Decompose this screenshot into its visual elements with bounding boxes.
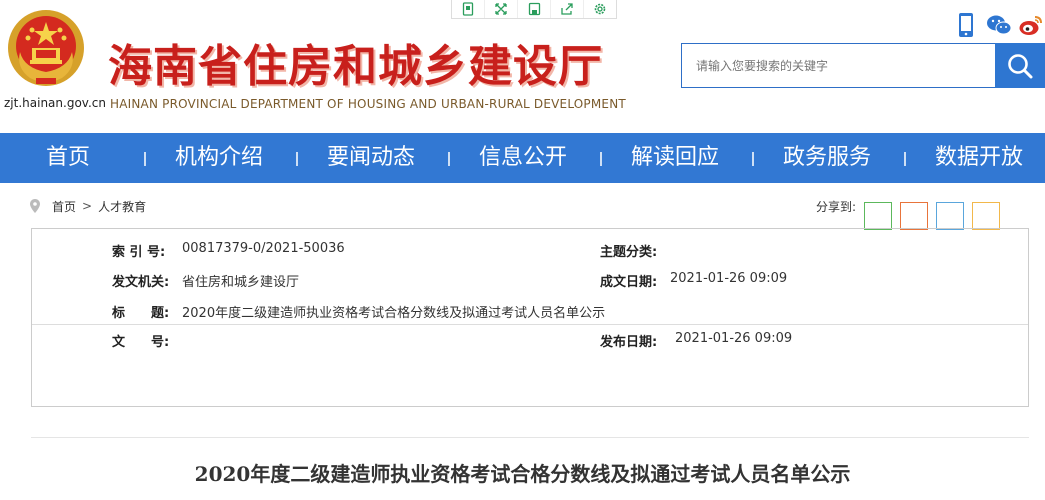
- national-emblem-icon: [8, 10, 84, 86]
- created-date-value: 2021-01-26 09:09: [670, 271, 788, 286]
- share-out-icon[interactable]: [551, 0, 584, 18]
- location-pin-icon: [30, 199, 40, 213]
- nav-item-home[interactable]: 首页: [46, 133, 90, 183]
- index-label: 索 引 号:: [112, 245, 166, 260]
- share-label: 分享到:: [816, 200, 857, 214]
- issuer-label: 发文机关:: [112, 275, 170, 290]
- issuer-value: 省住房和城乡建设厅: [182, 275, 300, 290]
- search-input[interactable]: [682, 44, 995, 87]
- search-icon: [1008, 53, 1033, 78]
- nav-divider: [448, 152, 450, 166]
- breadcrumb-separator: >: [82, 199, 93, 213]
- main-nav: 首页 机构介绍 要闻动态 信息公开 解读回应 政务服务 数据开放: [0, 133, 1045, 183]
- nav-item-disclosure[interactable]: 信息公开: [479, 133, 567, 183]
- wechat-icon[interactable]: [986, 12, 1012, 38]
- weibo-icon[interactable]: [1019, 12, 1043, 38]
- site-title: 海南省住房和城乡建设厅: [108, 41, 603, 92]
- nav-item-open-data[interactable]: 数据开放: [935, 133, 1023, 183]
- nav-divider: [144, 152, 146, 166]
- index-value: 00817379-0/2021-50036: [182, 241, 345, 256]
- created-date-label: 成文日期:: [600, 275, 658, 290]
- nav-divider: [296, 152, 298, 166]
- published-date-label: 发布日期:: [600, 335, 658, 350]
- breadcrumb-home[interactable]: 首页: [52, 198, 76, 215]
- nav-divider: [752, 152, 754, 166]
- share-button-3[interactable]: [936, 202, 964, 230]
- breadcrumb-current[interactable]: 人才教育: [98, 198, 146, 215]
- save-icon[interactable]: [518, 0, 551, 18]
- search-button[interactable]: [995, 43, 1045, 88]
- share-button-4[interactable]: [972, 202, 1000, 230]
- nav-item-services[interactable]: 政务服务: [783, 133, 871, 183]
- published-date-value: 2021-01-26 09:09: [675, 331, 793, 346]
- title-value: 2020年度二级建造师执业资格考试合格分数线及拟通过考试人员名单公示: [182, 306, 606, 321]
- breadcrumb: 首页 > 人才教育: [30, 196, 146, 216]
- share-button-1[interactable]: [864, 202, 892, 230]
- site-domain: zjt.hainan.gov.cn: [4, 96, 106, 110]
- doc-number-label: 文 号:: [112, 335, 170, 350]
- nav-item-news[interactable]: 要闻动态: [327, 133, 415, 183]
- settings-icon[interactable]: [584, 0, 616, 18]
- search-box: [681, 43, 995, 88]
- nav-divider: [904, 152, 906, 166]
- content-divider: [31, 437, 1029, 438]
- accessibility-toolbar: [451, 0, 617, 19]
- nav-item-interpretation[interactable]: 解读回应: [631, 133, 719, 183]
- fullscreen-icon[interactable]: [485, 0, 518, 18]
- mobile-icon[interactable]: [955, 12, 977, 38]
- site-subtitle: HAINAN PROVINCIAL DEPARTMENT OF HOUSING …: [110, 97, 626, 111]
- title-label: 标 题:: [112, 306, 170, 321]
- info-divider: [32, 324, 1028, 325]
- site-header: zjt.hainan.gov.cn 海南省住房和城乡建设厅 HAINAN PRO…: [0, 0, 1045, 133]
- nav-item-about[interactable]: 机构介绍: [175, 133, 263, 183]
- document-info-panel: 索 引 号: 00817379-0/2021-50036 主题分类: 发文机关:…: [31, 228, 1029, 407]
- tablet-icon[interactable]: [452, 0, 485, 18]
- article-title: 2020年度二级建造师执业资格考试合格分数线及拟通过考试人员名单公示: [194, 462, 851, 486]
- topic-label: 主题分类:: [600, 245, 658, 260]
- share-button-2[interactable]: [900, 202, 928, 230]
- nav-divider: [600, 152, 602, 166]
